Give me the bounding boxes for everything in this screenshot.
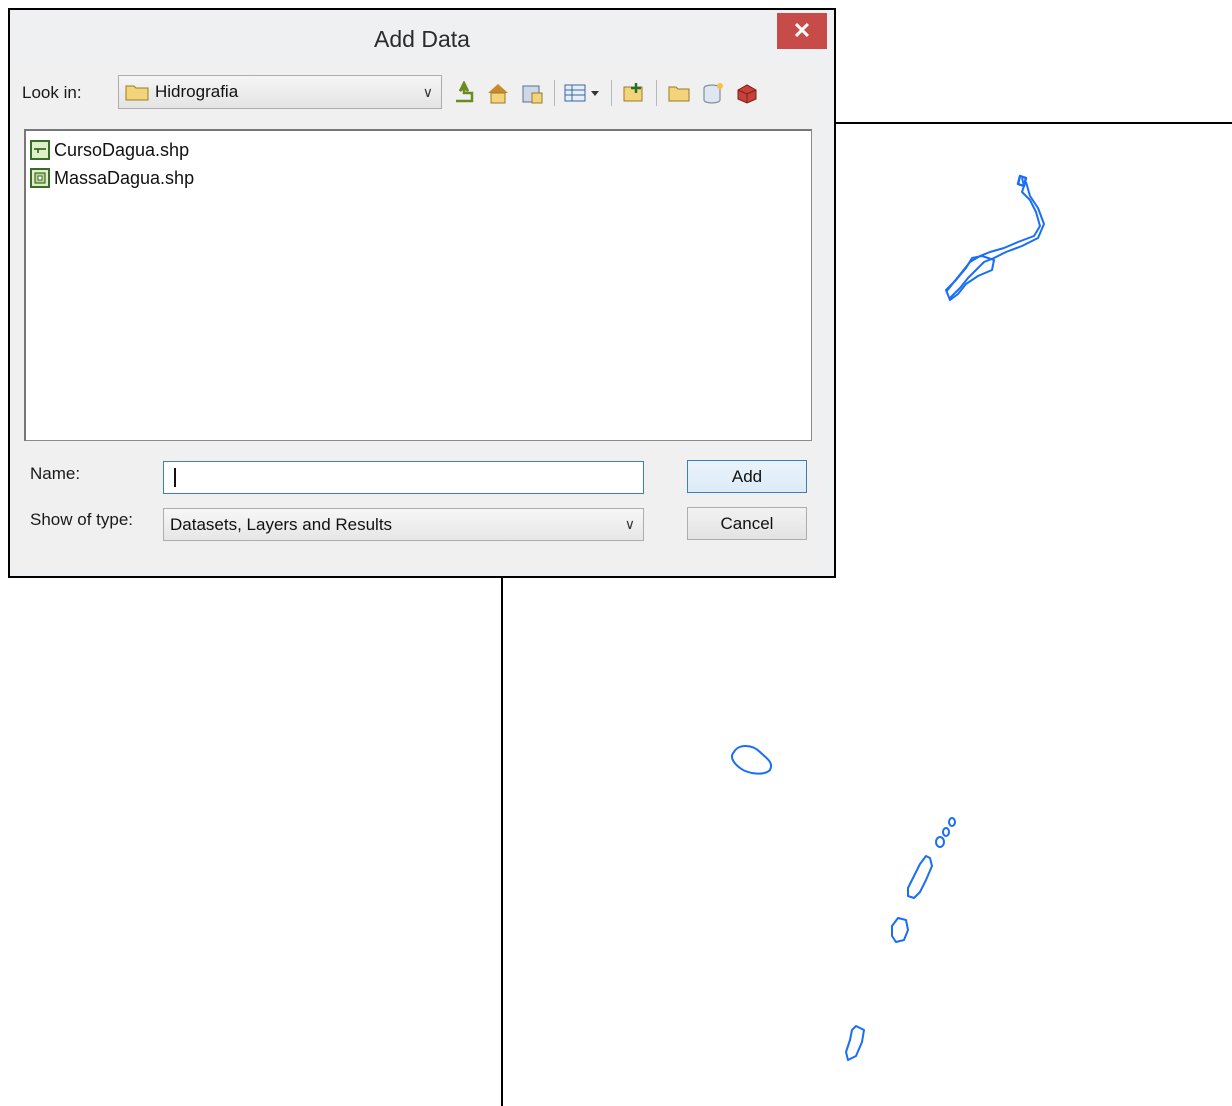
pond-feature	[948, 817, 956, 827]
up-one-level-icon[interactable]	[450, 79, 478, 107]
view-list-icon[interactable]	[563, 79, 603, 107]
show-of-type-label: Show of type:	[30, 510, 134, 529]
toolbar-separator	[554, 80, 555, 106]
pond-feature	[935, 836, 945, 848]
add-data-dialog: Add Data ✕ Look in: Hidrografia ∨ CursoD…	[8, 8, 836, 578]
new-layer-icon[interactable]	[620, 79, 648, 107]
reservoir-feature	[891, 917, 909, 943]
connect-folder-icon[interactable]	[518, 79, 546, 107]
reservoir-feature	[907, 855, 933, 899]
new-geodatabase-icon[interactable]	[699, 79, 727, 107]
dialog-titlebar[interactable]: Add Data ✕	[10, 10, 834, 66]
list-item[interactable]: CursoDagua.shp	[30, 137, 189, 163]
toolbox-icon[interactable]	[733, 79, 761, 107]
name-label: Name:	[30, 464, 81, 483]
list-item[interactable]: MassaDagua.shp	[30, 165, 194, 191]
file-list[interactable]: CursoDagua.shp MassaDagua.shp	[24, 129, 812, 441]
toolbar-separator	[611, 80, 612, 106]
home-folder-icon[interactable]	[484, 79, 512, 107]
name-field[interactable]	[163, 461, 644, 494]
toolbar-separator	[656, 80, 657, 106]
cancel-button[interactable]: Cancel	[687, 507, 807, 540]
line-shapefile-icon	[30, 140, 50, 160]
file-name: CursoDagua.shp	[54, 139, 190, 160]
polygon-shapefile-icon	[30, 168, 50, 188]
look-in-dropdown[interactable]: Hidrografia ∨	[118, 75, 442, 109]
dialog-title: Add Data	[374, 26, 470, 52]
lake-feature	[731, 745, 772, 775]
close-button[interactable]: ✕	[777, 13, 827, 49]
show-of-type-value: Datasets, Layers and Results	[170, 514, 393, 534]
text-caret	[174, 468, 176, 487]
file-name: MassaDagua.shp	[54, 167, 195, 188]
chevron-down-icon: ∨	[624, 516, 635, 532]
chevron-down-icon: ∨	[422, 84, 433, 100]
reservoir-feature	[845, 1025, 865, 1061]
look-in-value: Hidrografia	[155, 82, 239, 101]
add-button[interactable]: Add	[687, 460, 807, 493]
folder-icon	[125, 83, 149, 101]
look-in-label: Look in:	[22, 83, 82, 102]
show-of-type-dropdown[interactable]: Datasets, Layers and Results ∨	[163, 508, 644, 541]
pond-feature	[942, 827, 950, 837]
dialog-body: Look in: Hidrografia ∨ CursoDagua.shp Ma…	[14, 66, 826, 572]
new-folder-icon[interactable]	[665, 79, 693, 107]
navigation-toolbar	[450, 78, 767, 108]
